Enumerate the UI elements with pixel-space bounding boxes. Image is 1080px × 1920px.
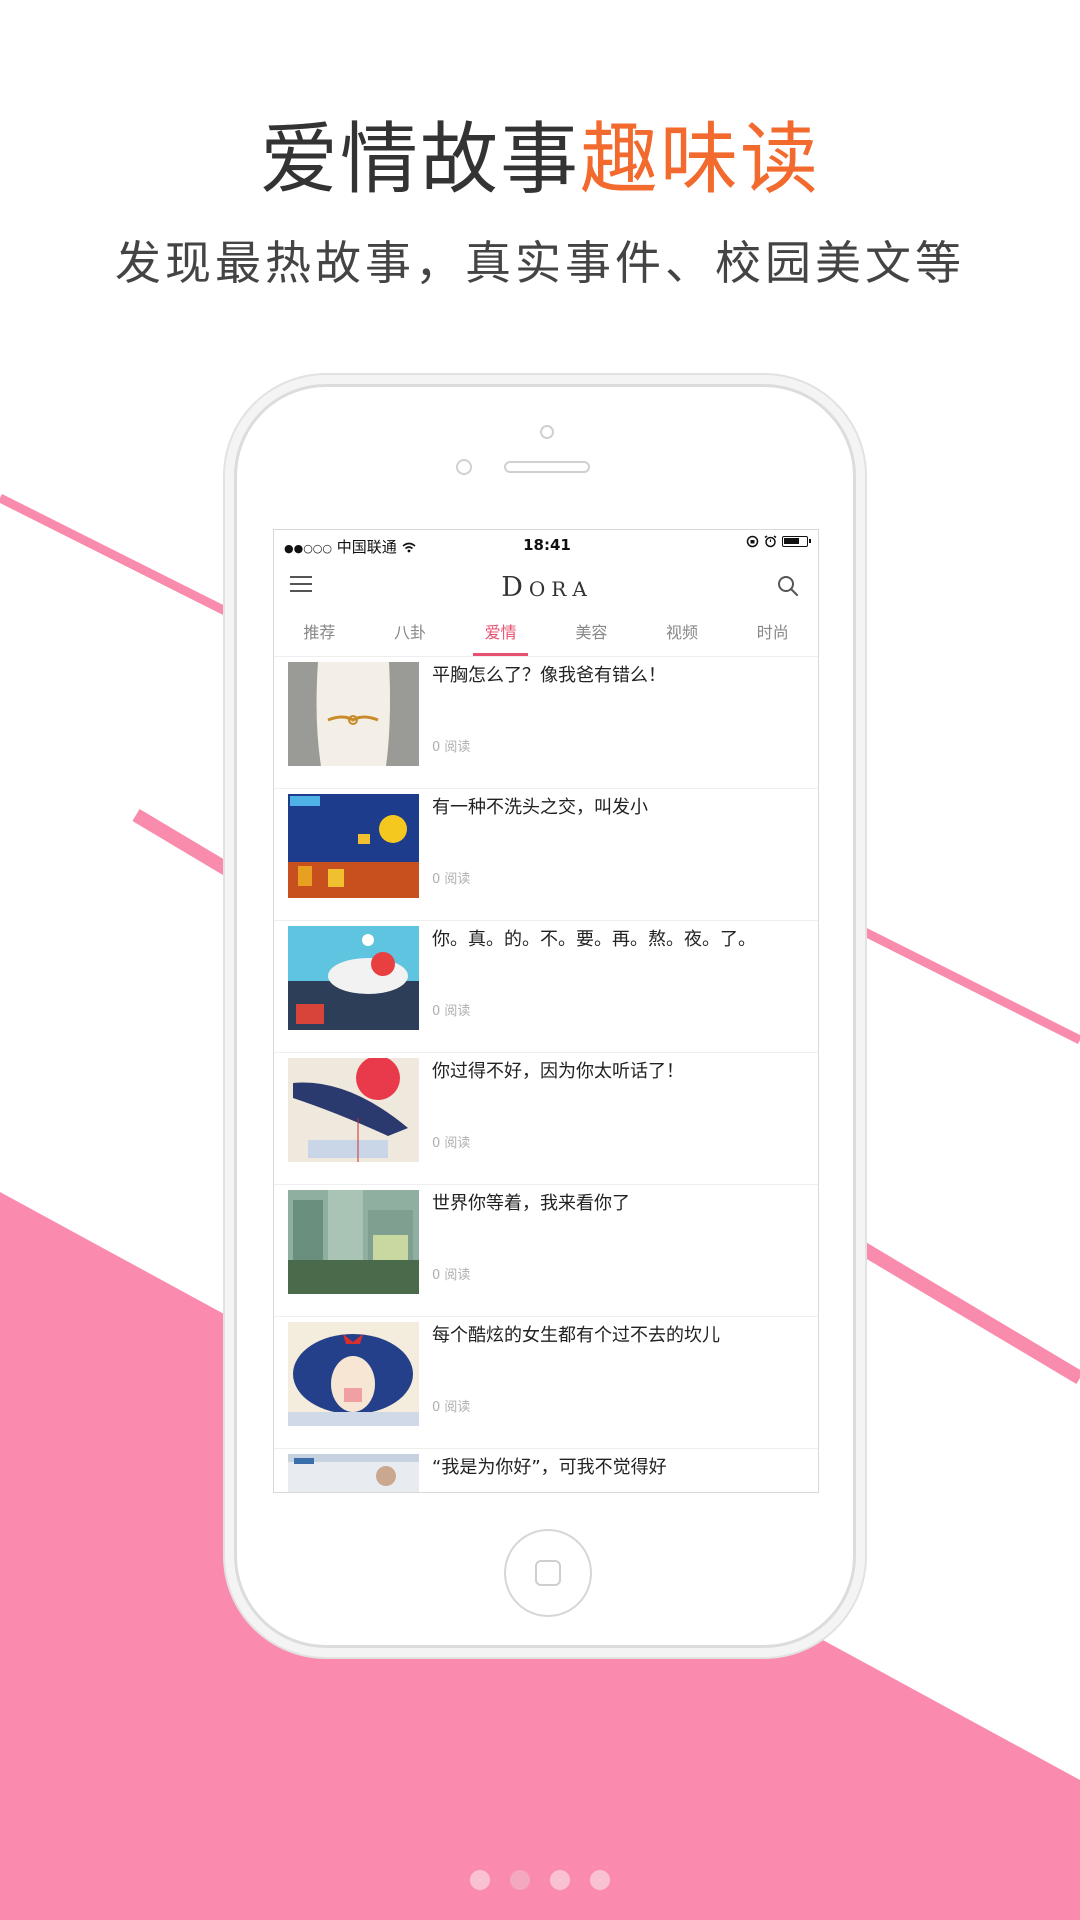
article-thumbnail	[288, 1454, 419, 1492]
app-navbar: DORA	[274, 560, 818, 614]
orientation-lock-icon	[746, 535, 759, 548]
app-screen: ●●○○○ 中国联通 18:41 DORA 推荐 八卦 爱情 美容 视频 时尚 …	[273, 529, 819, 1493]
search-icon[interactable]	[776, 574, 800, 598]
alarm-icon	[764, 535, 777, 548]
article-item[interactable]: 世界你等着，我来看你了 0 阅读	[274, 1185, 818, 1317]
article-item[interactable]: 你。真。的。不。要。再。熬。夜。了。 0 阅读	[274, 921, 818, 1053]
headline-accent: 趣味读	[580, 115, 821, 205]
article-title: 你。真。的。不。要。再。熬。夜。了。	[432, 929, 756, 950]
tab-tuijian[interactable]: 推荐	[274, 614, 365, 656]
article-list: 平胸怎么了？像我爸有错么！ 0 阅读 有一种不洗头之交，叫发小 0 阅读 你。真…	[274, 657, 818, 1492]
article-read-count: 0 阅读	[432, 1400, 471, 1415]
article-item[interactable]: 有一种不洗头之交，叫发小 0 阅读	[274, 789, 818, 921]
battery-icon	[782, 536, 811, 547]
article-item[interactable]: “我是为你好”，可我不觉得好	[274, 1449, 818, 1492]
article-item[interactable]: 平胸怎么了？像我爸有错么！ 0 阅读	[274, 657, 818, 789]
hero-subtitle: 发现最热故事，真实事件、校园美文等	[115, 236, 965, 290]
tab-shipin[interactable]: 视频	[637, 614, 728, 656]
article-thumbnail	[288, 1190, 419, 1294]
onboarding-pager	[0, 1870, 1080, 1890]
category-tabs: 推荐 八卦 爱情 美容 视频 时尚	[274, 614, 818, 657]
article-thumbnail	[288, 926, 419, 1030]
phone-mockup: ●●○○○ 中国联通 18:41 DORA 推荐 八卦 爱情 美容 视频 时尚 …	[234, 384, 856, 1648]
app-logo: DORA	[501, 572, 593, 603]
article-read-count: 0 阅读	[432, 1004, 471, 1019]
article-read-count: 0 阅读	[432, 1268, 471, 1283]
article-thumbnail	[288, 1058, 419, 1162]
tab-shishang[interactable]: 时尚	[727, 614, 818, 656]
phone-power-button	[855, 625, 863, 705]
phone-sensor	[456, 459, 472, 475]
status-right	[746, 535, 811, 548]
article-thumbnail	[288, 1322, 419, 1426]
article-thumbnail	[288, 794, 419, 898]
article-title: 平胸怎么了？像我爸有错么！	[432, 665, 666, 686]
headline-main: 爱情故事	[259, 115, 580, 205]
pager-dot[interactable]	[590, 1870, 610, 1890]
phone-home-button	[504, 1529, 592, 1617]
tab-meirong[interactable]: 美容	[546, 614, 637, 656]
pager-dot[interactable]	[550, 1870, 570, 1890]
pager-dot-active[interactable]	[510, 1870, 530, 1890]
article-read-count: 0 阅读	[432, 1136, 471, 1151]
article-read-count: 0 阅读	[432, 740, 471, 755]
article-item[interactable]: 每个酷炫的女生都有个过不去的坎儿 0 阅读	[274, 1317, 818, 1449]
article-title: 有一种不洗头之交，叫发小	[432, 797, 648, 818]
phone-camera	[540, 425, 554, 439]
phone-speaker	[504, 461, 590, 473]
article-read-count: 0 阅读	[432, 872, 471, 887]
article-title: “我是为你好”，可我不觉得好	[432, 1457, 667, 1478]
article-title: 世界你等着，我来看你了	[432, 1193, 630, 1214]
tab-aiqing[interactable]: 爱情	[455, 614, 546, 656]
article-item[interactable]: 你过得不好，因为你太听话了！ 0 阅读	[274, 1053, 818, 1185]
pager-dot[interactable]	[470, 1870, 490, 1890]
article-title: 你过得不好，因为你太听话了！	[432, 1061, 684, 1082]
tab-bagua[interactable]: 八卦	[365, 614, 456, 656]
status-bar: ●●○○○ 中国联通 18:41	[274, 530, 818, 560]
hero-headline: 爱情故事趣味读	[0, 110, 1080, 210]
status-time: 18:41	[523, 536, 571, 554]
article-thumbnail	[288, 662, 419, 766]
article-title: 每个酷炫的女生都有个过不去的坎儿	[432, 1325, 720, 1346]
